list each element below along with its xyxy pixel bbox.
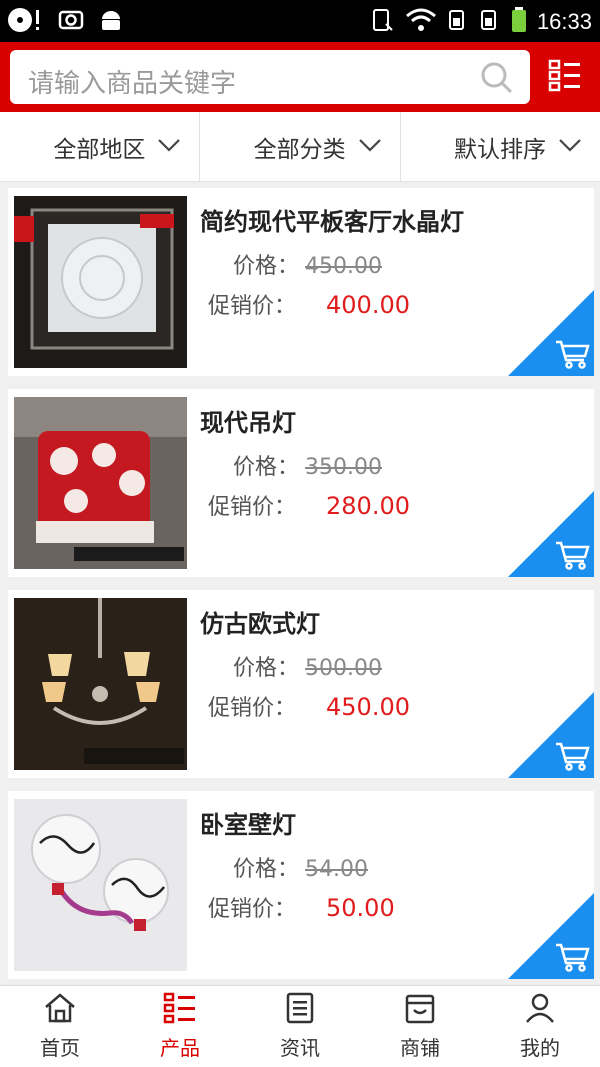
product-name[interactable]: 卧室壁灯 [200,805,296,840]
android-icon [98,7,124,37]
promo-price-row: 促销价： 50.00 [208,891,395,923]
nav-home[interactable]: 首页 [0,986,120,1067]
signal-1-icon [447,6,469,38]
nav-news[interactable]: 资讯 [240,986,360,1067]
promo-price: 400.00 [326,291,410,319]
promo-label: 促销价： [208,495,297,520]
user-icon [523,992,557,1028]
shop-icon [403,992,437,1028]
add-to-cart-button[interactable] [508,893,594,979]
original-price-row: 价格： 350.00 [233,449,382,481]
product-card[interactable]: 简约现代平板客厅水晶灯 价格： 450.00 促销价： 400.00 [8,188,594,376]
product-image[interactable] [14,799,187,971]
filter-region[interactable]: 全部地区 [0,112,201,181]
screenshot-icon [58,7,84,37]
promo-label: 促销价： [208,696,297,721]
wifi-icon [405,6,437,38]
promo-price: 450.00 [326,693,410,721]
filter-category-label: 全部分类 [253,136,346,163]
original-price: 350.00 [305,455,382,480]
disc-icon [6,6,44,38]
header: 请输入商品关键字 [0,42,600,112]
bottom-nav: 首页 产品 资讯 商铺 我的 [0,985,600,1067]
price-label: 价格： [233,857,300,882]
promo-label: 促销价： [208,897,297,922]
price-label: 价格： [233,455,300,480]
nav-mine-label: 我的 [520,1036,560,1060]
product-card[interactable]: 现代吊灯 价格： 350.00 促销价： 280.00 [8,389,594,577]
promo-price-row: 促销价： 450.00 [208,690,410,722]
promo-price: 50.00 [326,894,395,922]
filter-category[interactable]: 全部分类 [200,112,401,181]
price-label: 价格： [233,656,300,681]
product-image[interactable] [14,598,187,770]
original-price: 450.00 [305,254,382,279]
search-placeholder: 请输入商品关键字 [28,69,237,99]
original-price: 54.00 [305,857,368,882]
category-menu-icon[interactable] [548,58,582,96]
nav-home-label: 首页 [40,1036,80,1060]
clock: 16:33 [536,9,592,34]
chevron-down-icon [358,137,382,157]
original-price-row: 价格： 450.00 [233,248,382,280]
signal-2-icon [479,6,501,38]
search-icon[interactable] [480,61,514,99]
original-price-row: 价格： 500.00 [233,650,382,682]
filter-region-label: 全部地区 [53,136,146,163]
status-bar: 16:33 [0,0,600,42]
add-to-cart-button[interactable] [508,692,594,778]
add-to-cart-button[interactable] [508,491,594,577]
promo-label: 促销价： [208,294,297,319]
product-card[interactable]: 卧室壁灯 价格： 54.00 促销价： 50.00 [8,791,594,979]
price-label: 价格： [233,254,300,279]
chevron-down-icon [558,137,582,157]
product-image[interactable] [14,196,187,368]
original-price: 500.00 [305,656,382,681]
promo-price-row: 促销价： 280.00 [208,489,410,521]
original-price-row: 价格： 54.00 [233,851,368,883]
add-to-cart-button[interactable] [508,290,594,376]
filter-sort-label: 默认排序 [453,136,546,163]
product-name[interactable]: 简约现代平板客厅水晶灯 [200,202,464,237]
nav-news-label: 资讯 [280,1036,320,1060]
home-icon [43,992,77,1028]
product-list-icon [163,992,197,1028]
nav-products-label: 产品 [160,1036,200,1060]
nav-shop-label: 商铺 [400,1036,440,1060]
news-icon [283,992,317,1028]
product-image[interactable] [14,397,187,569]
product-list: 简约现代平板客厅水晶灯 价格： 450.00 促销价： 400.00 现代吊灯 … [8,188,594,992]
nav-products[interactable]: 产品 [120,986,240,1067]
product-card[interactable]: 仿古欧式灯 价格： 500.00 促销价： 450.00 [8,590,594,778]
nav-mine[interactable]: 我的 [480,986,600,1067]
nav-shop[interactable]: 商铺 [360,986,480,1067]
sim-icon [371,6,395,38]
promo-price-row: 促销价： 400.00 [208,288,410,320]
product-name[interactable]: 仿古欧式灯 [200,604,320,639]
filter-sort[interactable]: 默认排序 [401,112,600,181]
chevron-down-icon [157,137,181,157]
product-name[interactable]: 现代吊灯 [200,403,296,438]
promo-price: 280.00 [326,492,410,520]
search-input[interactable]: 请输入商品关键字 [10,50,530,104]
battery-icon [511,6,527,38]
filter-bar: 全部地区 全部分类 默认排序 [0,112,600,182]
